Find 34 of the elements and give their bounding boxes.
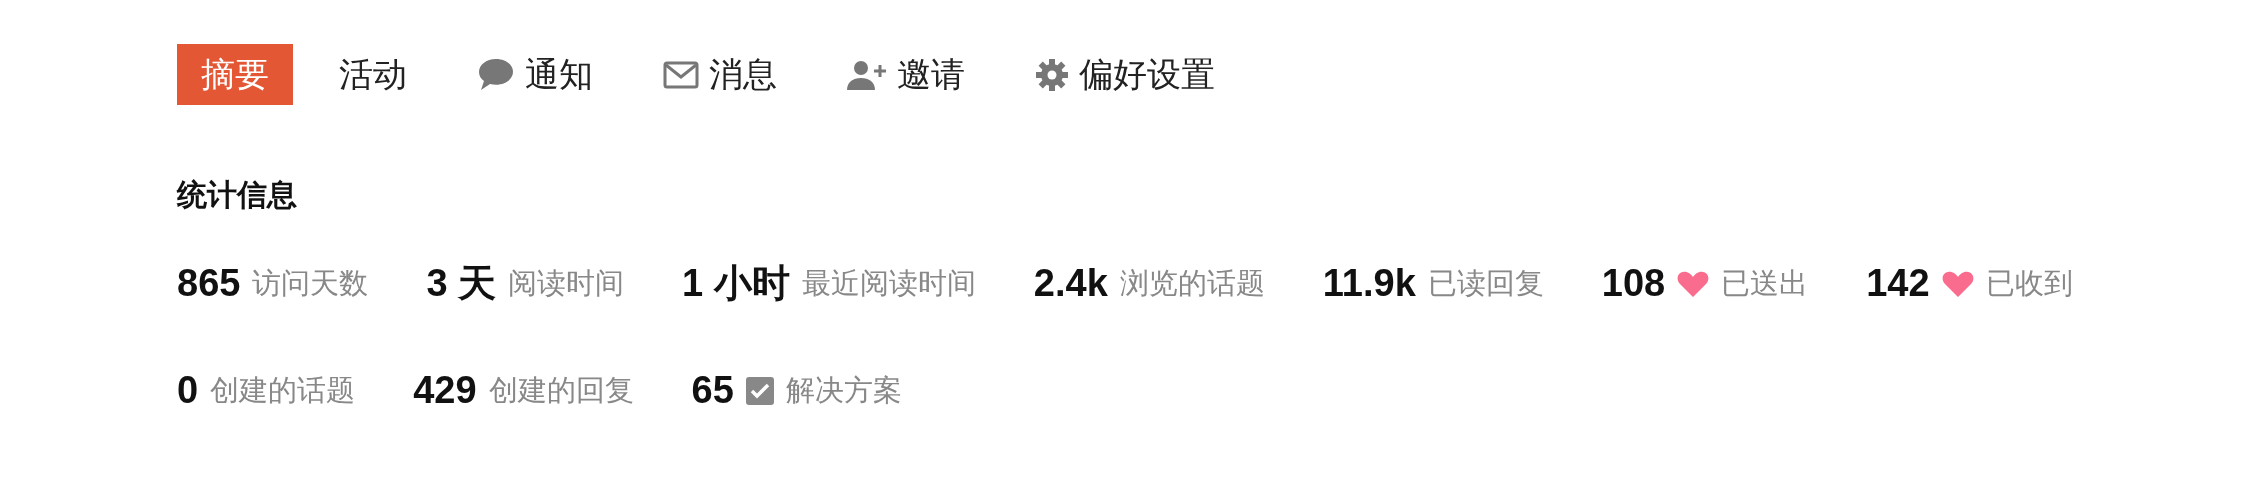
nav-tab[interactable]: 通知 <box>453 44 617 105</box>
stat-value: 3 天 <box>426 261 497 306</box>
nav-tab[interactable]: 邀请 <box>823 44 989 105</box>
stat-value: 11.9k <box>1322 262 1416 305</box>
stat-value: 108 <box>1601 262 1666 305</box>
stat-value: 65 <box>691 369 734 412</box>
nav-tab[interactable]: 偏好设置 <box>1011 44 1239 105</box>
speech-bubble-icon <box>477 56 515 93</box>
stat-label: 访问天数 <box>252 264 369 302</box>
stat-label: 创建的回复 <box>488 371 634 409</box>
stat-value: 0 <box>177 369 199 412</box>
stat-label: 浏览的话题 <box>1119 264 1265 302</box>
nav-tab[interactable]: 消息 <box>639 44 801 105</box>
gear-icon <box>1035 57 1069 92</box>
nav-tab[interactable]: 活动 <box>315 44 431 105</box>
stat-value: 2.4k <box>1033 262 1108 305</box>
stat-value: 865 <box>177 262 241 305</box>
stat-label: 已送出 <box>1721 264 1809 302</box>
stat-value: 1 小时 <box>682 261 790 306</box>
nav-tab[interactable]: 摘要 <box>177 44 293 105</box>
stat-label: 创建的话题 <box>210 371 356 409</box>
stat-value: 429 <box>413 369 477 412</box>
heart-icon <box>1941 269 1974 298</box>
mail-icon <box>663 60 699 89</box>
stat-label: 最近阅读时间 <box>801 264 976 302</box>
heart-icon <box>1677 269 1710 298</box>
stat-label: 解决方案 <box>785 371 902 409</box>
stat-label: 已收到 <box>1985 264 2073 302</box>
stat-label: 阅读时间 <box>508 264 625 302</box>
stat-value: 142 <box>1866 262 1930 305</box>
user-plus-icon <box>847 58 887 91</box>
section-title: 统计信息 <box>177 176 298 214</box>
checkbox-icon <box>745 376 774 405</box>
stat-label: 已读回复 <box>1427 264 1544 302</box>
